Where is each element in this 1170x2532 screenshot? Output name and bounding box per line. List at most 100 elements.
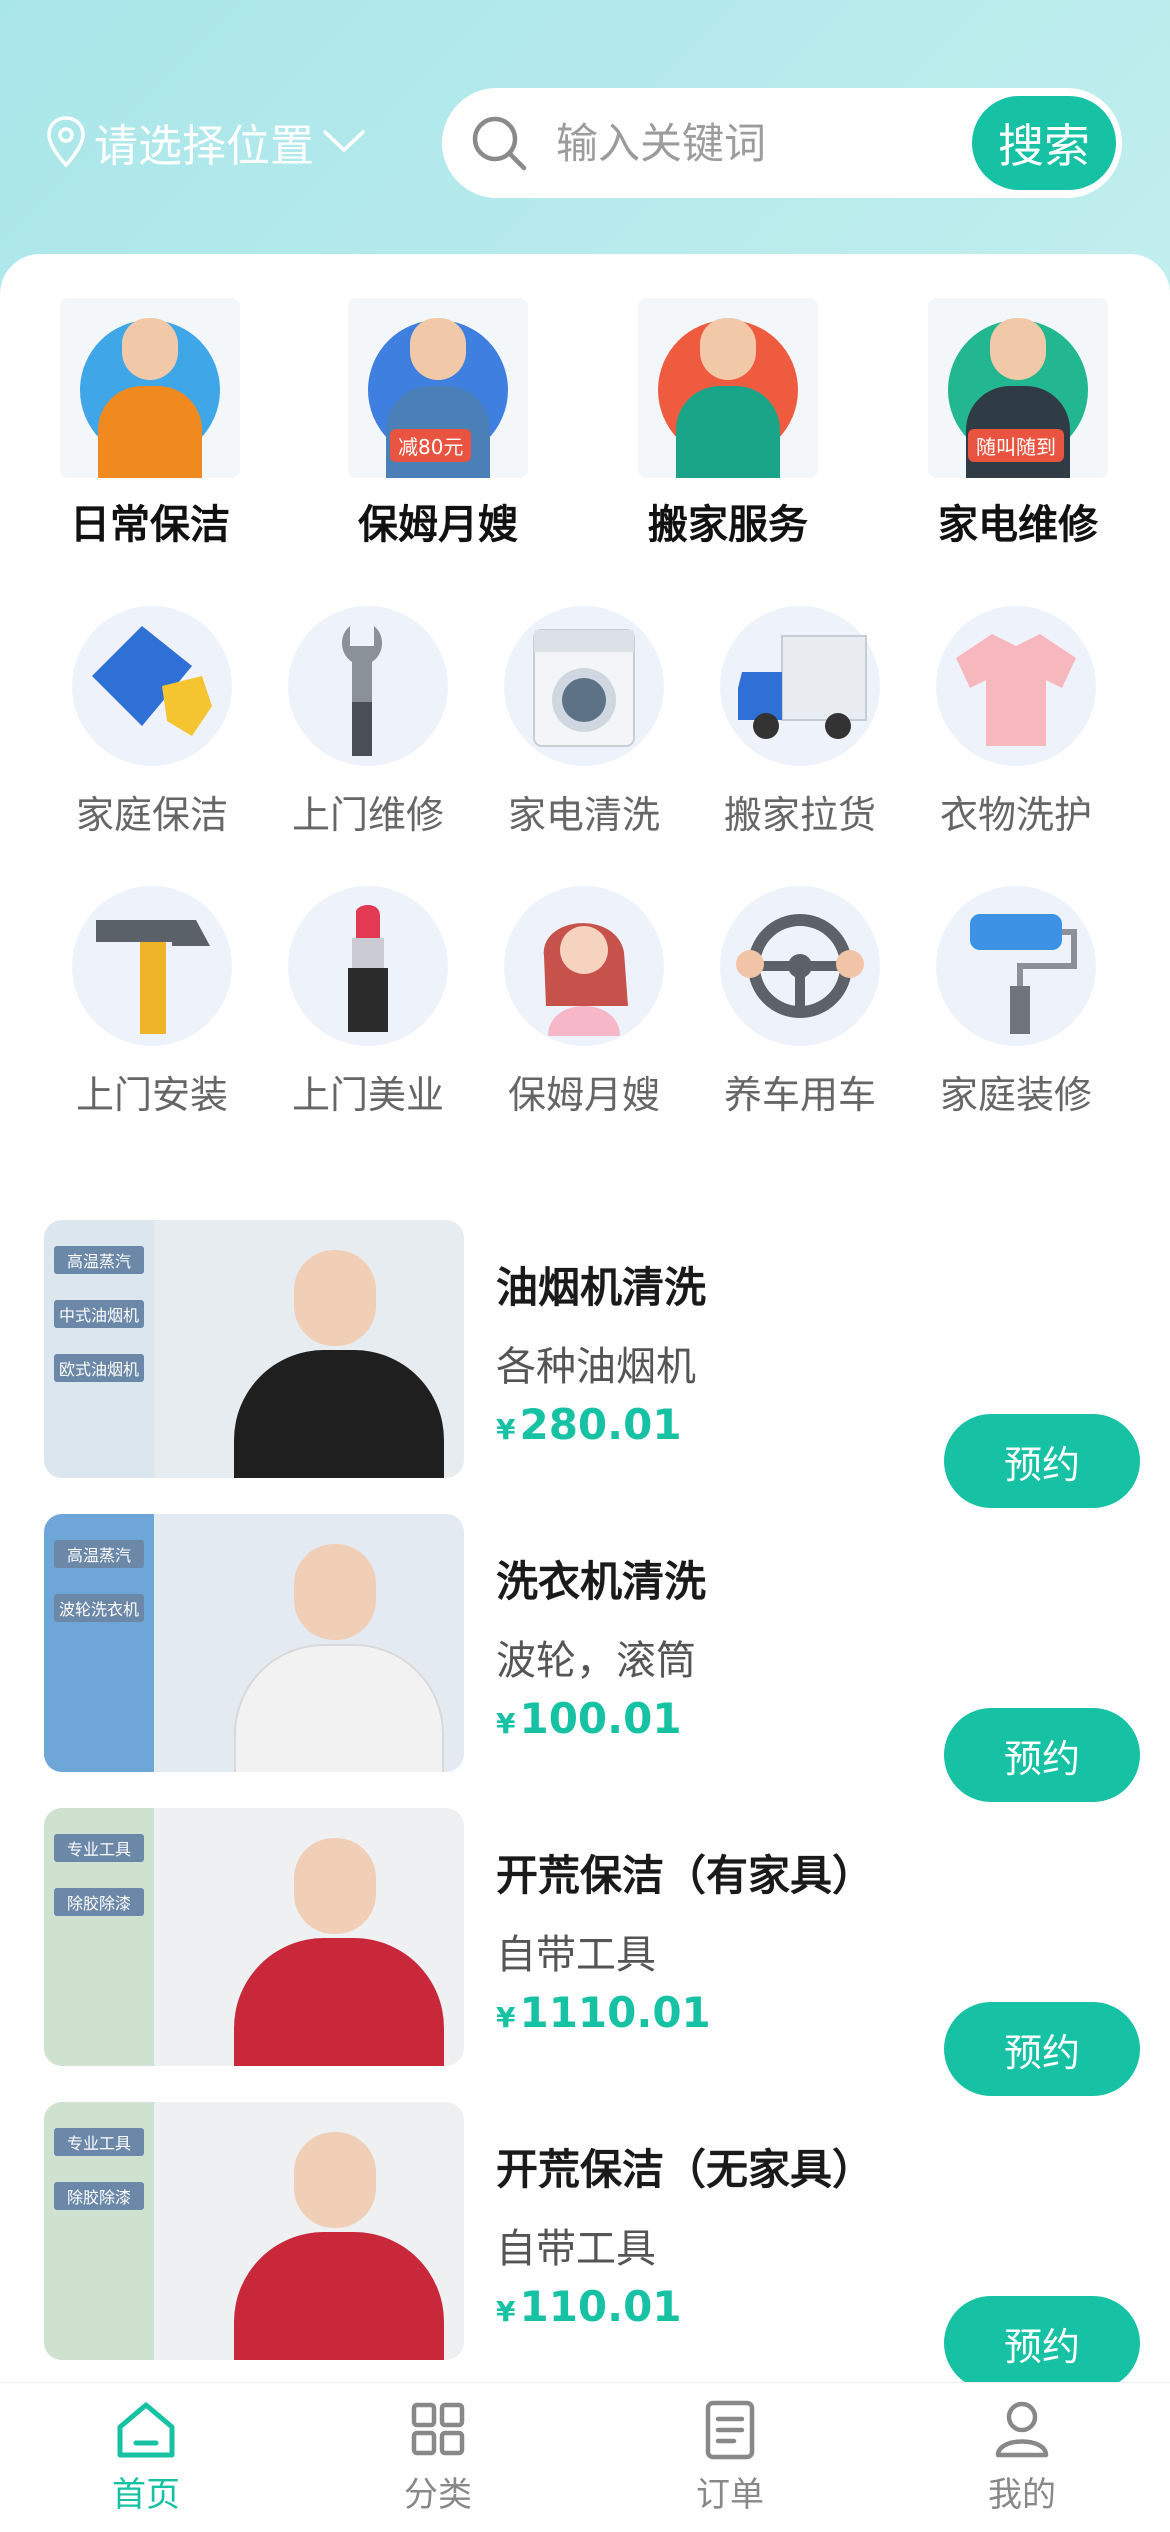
user-icon (995, 2401, 1049, 2458)
thumb-tag: 高温蒸汽 (54, 1246, 144, 1274)
service-description: 自带工具 (496, 1932, 656, 1978)
service-thumbnail: 专业工具 除胶除漆 (44, 2102, 464, 2360)
service-thumbnail: 专业工具 除胶除漆 (44, 1808, 464, 2066)
on-call-badge: 随叫随到 (968, 429, 1064, 462)
feature-label: 搬家服务 (648, 502, 808, 548)
category-beauty[interactable]: 上门美业 (268, 886, 468, 1119)
search-input[interactable] (556, 118, 946, 168)
cloth-glove-icon (72, 606, 232, 766)
feature-label: 家电维修 (938, 502, 1098, 548)
tab-label: 首页 (112, 2475, 180, 2515)
category-car[interactable]: 养车用车 (700, 886, 900, 1119)
grid-icon (411, 2402, 465, 2456)
content-panel: 日常保洁 减80元 保姆月嫂 搬家服务 随叫随到 家电维修 家庭保洁 上门维修 … (0, 254, 1170, 2390)
feature-nanny[interactable]: 减80元 保姆月嫂 (328, 298, 548, 550)
feature-moving[interactable]: 搬家服务 (618, 298, 838, 550)
search-icon (472, 116, 527, 171)
service-title: 洗衣机清洗 (496, 1557, 707, 1606)
category-label: 家电清洗 (507, 793, 660, 837)
thumb-tag: 高温蒸汽 (54, 1540, 144, 1568)
washing-machine-icon (504, 606, 664, 766)
discount-badge: 减80元 (390, 429, 472, 462)
category-label: 家庭装修 (939, 1073, 1092, 1117)
currency-symbol: ¥ (496, 1707, 516, 1740)
search-bar: 搜索 (442, 88, 1122, 198)
category-repair[interactable]: 上门维修 (268, 606, 468, 839)
location-label: 请选择位置 (94, 121, 314, 172)
feature-daily-cleaning[interactable]: 日常保洁 (40, 298, 260, 550)
currency-symbol: ¥ (496, 2295, 516, 2328)
service-price: ¥280.01 (496, 1400, 682, 1449)
bottom-tab-bar: 首页 分类 订单 我的 (0, 2382, 1170, 2532)
feature-label: 保姆月嫂 (358, 502, 518, 548)
book-button[interactable]: 预约 (944, 2296, 1140, 2390)
currency-symbol: ¥ (496, 1413, 516, 1446)
nanny-portrait-icon: 减80元 (348, 298, 528, 478)
category-nanny[interactable]: 保姆月嫂 (484, 886, 684, 1119)
service-description: 自带工具 (496, 2226, 656, 2272)
mother-baby-icon (504, 886, 664, 1046)
wrench-icon (288, 606, 448, 766)
category-label: 上门美业 (291, 1073, 444, 1117)
thumb-tag: 欧式油烟机 (54, 1354, 144, 1382)
tab-home[interactable]: 首页 (46, 2397, 246, 2516)
mover-portrait-icon (638, 298, 818, 478)
service-description: 波轮，滚筒 (496, 1638, 696, 1684)
location-pin-icon (47, 116, 85, 168)
repair-portrait-icon: 随叫随到 (928, 298, 1108, 478)
tab-label: 分类 (404, 2475, 472, 2515)
category-installation[interactable]: 上门安装 (52, 886, 252, 1119)
book-button[interactable]: 预约 (944, 1414, 1140, 1508)
chevron-down-icon (323, 130, 365, 152)
list-item[interactable]: 高温蒸汽 波轮洗衣机 洗衣机清洗 波轮，滚筒 ¥100.01 预约 (44, 1514, 1144, 1802)
category-appliance-cleaning[interactable]: 家电清洗 (484, 606, 684, 839)
currency-symbol: ¥ (496, 2001, 516, 2034)
tab-categories[interactable]: 分类 (338, 2397, 538, 2516)
feature-label: 日常保洁 (70, 502, 230, 548)
service-thumbnail: 高温蒸汽 波轮洗衣机 (44, 1514, 464, 1772)
category-renovation[interactable]: 家庭装修 (916, 886, 1116, 1119)
service-thumbnail: 高温蒸汽 中式油烟机 欧式油烟机 (44, 1220, 464, 1478)
category-label: 衣物洗护 (939, 793, 1092, 837)
category-label: 养车用车 (723, 1073, 876, 1117)
category-home-cleaning[interactable]: 家庭保洁 (52, 606, 252, 839)
list-item[interactable]: 高温蒸汽 中式油烟机 欧式油烟机 油烟机清洗 各种油烟机 ¥280.01 预约 (44, 1220, 1144, 1508)
cleaner-portrait-icon (60, 298, 240, 478)
tab-profile[interactable]: 我的 (922, 2397, 1122, 2516)
hammer-icon (72, 886, 232, 1046)
tab-orders[interactable]: 订单 (630, 2397, 830, 2516)
price-value: 280.01 (519, 1400, 682, 1449)
thumb-tag: 专业工具 (54, 2128, 144, 2156)
category-laundry[interactable]: 衣物洗护 (916, 606, 1116, 839)
thumb-tag: 波轮洗衣机 (54, 1594, 144, 1622)
tab-label: 我的 (988, 2475, 1056, 2515)
book-button[interactable]: 预约 (944, 2002, 1140, 2096)
book-button[interactable]: 预约 (944, 1708, 1140, 1802)
feature-appliance-repair[interactable]: 随叫随到 家电维修 (908, 298, 1128, 550)
list-item[interactable]: 专业工具 除胶除漆 开荒保洁（有家具） 自带工具 ¥1110.01 预约 (44, 1808, 1144, 2096)
feature-services: 日常保洁 减80元 保姆月嫂 搬家服务 随叫随到 家电维修 (0, 298, 1170, 548)
category-label: 上门安装 (75, 1073, 228, 1117)
shirt-icon (936, 606, 1096, 766)
category-label: 家庭保洁 (75, 793, 228, 837)
price-value: 110.01 (519, 2282, 682, 2331)
service-price: ¥100.01 (496, 1694, 682, 1743)
service-price: ¥1110.01 (496, 1988, 711, 2037)
service-title: 开荒保洁（有家具） (496, 1851, 875, 1900)
clipboard-icon (705, 2400, 755, 2460)
category-moving-freight[interactable]: 搬家拉货 (700, 606, 900, 839)
category-label: 上门维修 (291, 793, 444, 837)
thumb-tag: 除胶除漆 (54, 1888, 144, 1916)
thumb-tag: 专业工具 (54, 1834, 144, 1862)
price-value: 100.01 (519, 1694, 682, 1743)
price-value: 1110.01 (519, 1988, 711, 2037)
service-title: 油烟机清洗 (496, 1263, 707, 1312)
search-button[interactable]: 搜索 (972, 96, 1116, 190)
home-icon (117, 2402, 175, 2458)
service-description: 各种油烟机 (496, 1344, 696, 1390)
category-label: 保姆月嫂 (507, 1073, 660, 1117)
location-selector[interactable]: 请选择位置 (46, 110, 366, 174)
header: 请选择位置 搜索 (0, 0, 1170, 260)
lipstick-icon (288, 886, 448, 1046)
list-item[interactable]: 专业工具 除胶除漆 开荒保洁（无家具） 自带工具 ¥110.01 预约 (44, 2102, 1144, 2390)
